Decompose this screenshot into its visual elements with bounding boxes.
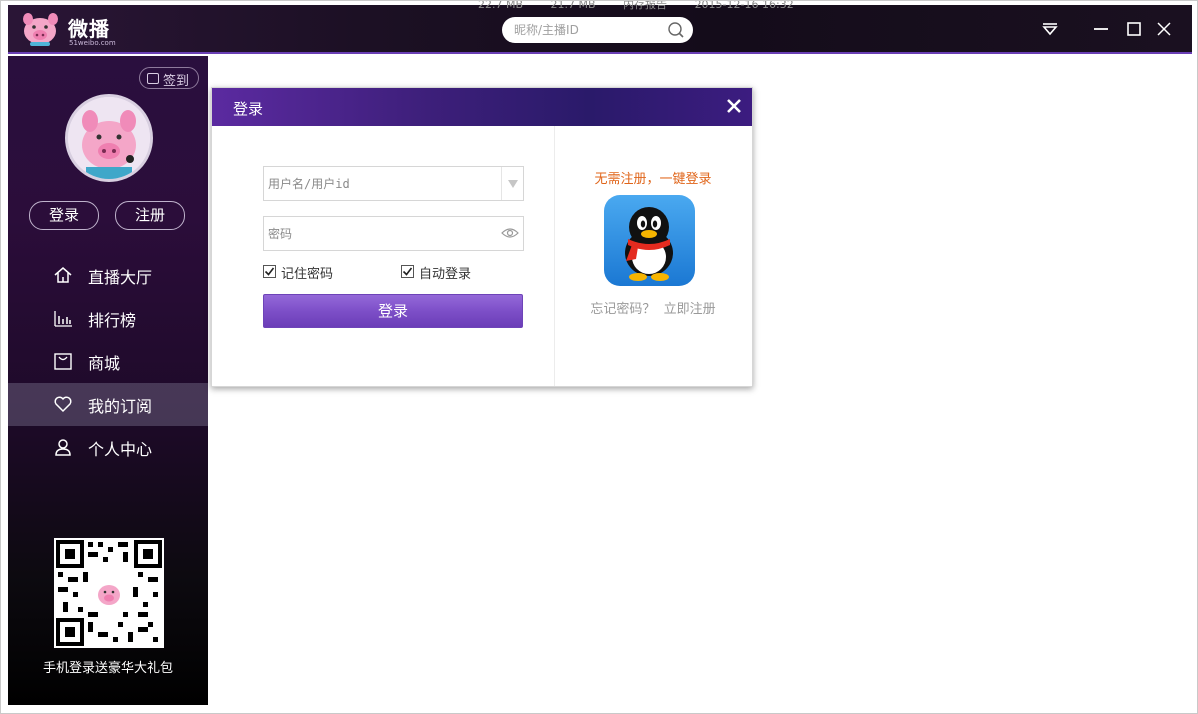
sidebar-item-label: 商城 [88, 354, 121, 373]
login-dialog: 登录 用户名/用户id 记住密码 自动登录 登录 无需注册，一键登录 忘记密码？… [211, 87, 753, 387]
heart-icon [54, 396, 72, 413]
avatar[interactable] [65, 94, 153, 182]
stat-text: 21.7 MB [550, 0, 596, 11]
user-icon [55, 439, 71, 456]
qr-code-icon [56, 540, 162, 646]
app-domain: 51weibo.com [69, 39, 116, 47]
password-field [263, 216, 524, 251]
password-input[interactable] [268, 225, 488, 243]
close-icon[interactable] [1154, 19, 1174, 39]
checkmark-icon [402, 267, 413, 276]
dialog-divider [554, 126, 555, 386]
checkbox-label: 自动登录 [419, 267, 472, 282]
app-name: 微播 [68, 17, 110, 41]
close-icon[interactable] [726, 98, 742, 114]
sidebar-item-live-hall[interactable]: 直播大厅 [8, 254, 208, 297]
qq-login-button[interactable] [604, 195, 695, 286]
sidebar-item-label: 我的订阅 [88, 397, 153, 416]
account-links: 忘记密码？ 立即注册 [554, 298, 752, 317]
memory-stats: 22.7 MB 21.7 MB 内存报告 2015-12-16 16:32 [478, 0, 818, 12]
checkbox-box [401, 265, 414, 278]
dropdown-menu-icon[interactable] [1040, 19, 1060, 39]
forgot-password-link[interactable]: 忘记密码？ [590, 302, 655, 317]
bar-chart-icon [54, 311, 72, 327]
username-field [263, 166, 524, 201]
search-box [502, 17, 693, 43]
sidebar-item-profile[interactable]: 个人中心 [8, 426, 208, 469]
chevron-down-icon [508, 180, 518, 188]
checkin-label: 签到 [163, 74, 190, 89]
username-input[interactable] [268, 175, 488, 193]
register-button[interactable]: 注册 [115, 201, 185, 230]
sidebar-item-ranking[interactable]: 排行榜 [8, 297, 208, 340]
minimize-icon[interactable] [1091, 19, 1111, 39]
stat-text: 2015-12-16 16:32 [694, 0, 794, 11]
sidebar-item-shop[interactable]: 商城 [8, 340, 208, 383]
checkin-button[interactable]: 签到 [139, 67, 199, 89]
checkmark-icon [264, 267, 275, 276]
dialog-title: 登录 [233, 100, 264, 118]
dialog-header: 登录 [212, 88, 752, 126]
maximize-icon[interactable] [1124, 19, 1144, 39]
sidebar-item-subscriptions[interactable]: 我的订阅 [8, 383, 208, 426]
pig-logo-icon [23, 13, 58, 46]
shop-bag-icon [54, 353, 72, 370]
sidebar-item-label: 个人中心 [88, 440, 153, 459]
quick-login-title: 无需注册，一键登录 [594, 172, 712, 187]
pig-avatar-icon [68, 97, 150, 179]
qr-code [54, 538, 164, 648]
stat-text: 22.7 MB [478, 0, 524, 11]
register-now-link[interactable]: 立即注册 [664, 302, 716, 317]
app-logo: 微播 51weibo.com [20, 9, 130, 49]
title-bar: 微播 51weibo.com 22.7 MB 21.7 MB 内存报告 2015… [8, 1, 1192, 54]
sidebar-item-label: 直播大厅 [88, 268, 153, 287]
sidebar: 签到 登录 注册 直播大厅 排行榜 商城 我的订阅 个人中心 手机登录送豪华大礼… [8, 56, 208, 705]
login-button[interactable]: 登录 [29, 201, 99, 230]
promo-text: 手机登录送豪华大礼包 [42, 661, 173, 676]
home-icon [54, 267, 72, 283]
submit-login-button[interactable]: 登录 [263, 294, 523, 328]
qq-penguin-icon [625, 207, 673, 281]
eye-icon[interactable] [501, 226, 519, 240]
search-input[interactable] [514, 22, 664, 38]
stat-text: 内存报告 [623, 0, 668, 11]
search-icon[interactable] [667, 21, 685, 39]
account-dropdown[interactable] [501, 167, 523, 200]
checkbox-box [263, 265, 276, 278]
calendar-icon [147, 73, 159, 84]
app-window: 微播 51weibo.com 22.7 MB 21.7 MB 内存报告 2015… [0, 0, 1198, 714]
sidebar-item-label: 排行榜 [88, 311, 137, 330]
checkbox-label: 记住密码 [281, 267, 334, 282]
